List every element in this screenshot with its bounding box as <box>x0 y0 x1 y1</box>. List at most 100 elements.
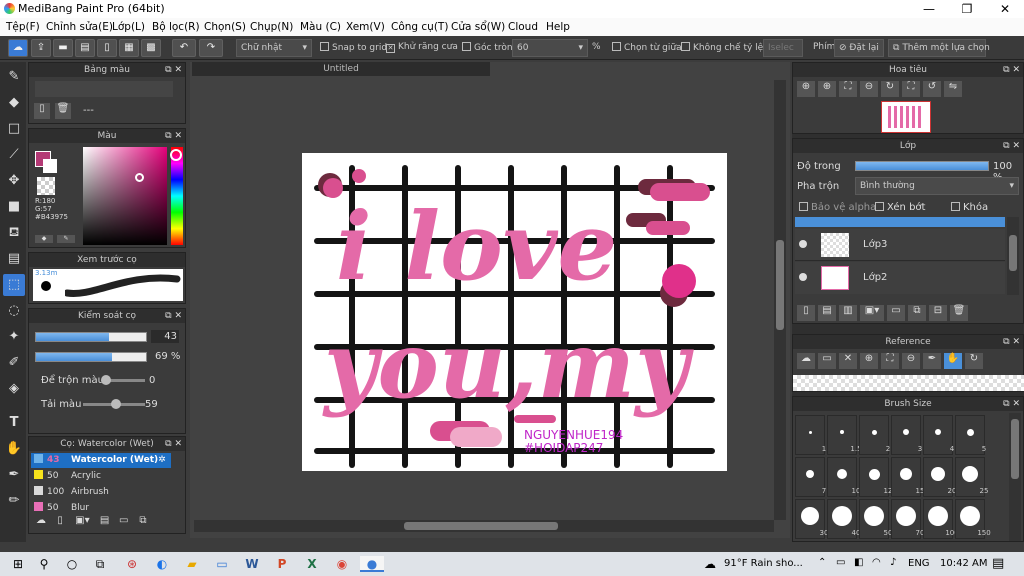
windows-start-icon[interactable]: ⊞ <box>10 556 26 572</box>
new-brush-icon[interactable]: ▯ <box>52 515 68 526</box>
delete-layer-icon[interactable]: 🗑 <box>950 305 968 321</box>
merge-layer-icon[interactable]: ⊟ <box>929 305 947 321</box>
horizontal-scroll-thumb[interactable] <box>404 522 558 530</box>
brush-size-option[interactable]: 7 <box>795 457 826 497</box>
brush-size-option[interactable]: 10 <box>827 457 860 497</box>
rotate-right-icon[interactable]: ↺ <box>923 81 941 97</box>
menu-view[interactable]: Xem(V) <box>346 21 385 33</box>
close-button[interactable]: ✕ <box>986 0 1024 18</box>
close-ref-icon[interactable]: ✕ <box>839 353 857 369</box>
file-explorer-icon[interactable]: ▰ <box>184 556 200 572</box>
grid-icon[interactable]: ▩ <box>141 39 161 57</box>
select-eraser-tool-icon[interactable]: ◈ <box>3 378 25 400</box>
medibang-taskbar-icon[interactable]: ● <box>360 556 384 572</box>
zoom-in-icon[interactable]: ⊕ <box>797 81 815 97</box>
trash-icon[interactable]: 🗑 <box>55 103 71 119</box>
fit-icon[interactable]: ⛶ <box>839 81 857 97</box>
blend-slider[interactable] <box>101 375 145 385</box>
layer-row[interactable]: Lớp2 <box>795 262 1005 294</box>
search-icon[interactable]: ⚲ <box>36 556 52 572</box>
brush-size-value[interactable]: 43 <box>151 330 179 343</box>
zoom-out-icon[interactable]: ⊖ <box>902 353 920 369</box>
monitor-icon[interactable]: ▭ <box>214 556 230 572</box>
panel-close-icon[interactable]: ⧉ ✕ <box>1003 63 1020 77</box>
menu-tools[interactable]: Công cụ(T) <box>391 21 448 33</box>
brush-size-option[interactable]: 4 <box>923 415 954 455</box>
brush-size-option[interactable]: 70 <box>891 499 924 539</box>
artboard[interactable]: i love you,my NGUYENHUE194 #HOIDAP247 <box>302 153 727 471</box>
secondary-color-swatch[interactable] <box>43 159 57 173</box>
brush-size-scroll-thumb[interactable] <box>1011 419 1019 479</box>
layers-scroll-thumb[interactable] <box>1009 235 1017 271</box>
vertical-scrollbar[interactable] <box>774 80 786 520</box>
gradient-tool-icon[interactable]: ▤ <box>3 248 25 270</box>
duplicate-layer-icon[interactable]: ⧉ <box>908 305 926 321</box>
hue-slider[interactable] <box>170 147 183 245</box>
color-picker-handle[interactable] <box>135 173 144 182</box>
snap-checkbox[interactable]: Snap to grid <box>320 42 387 53</box>
page-icon[interactable]: ▯ <box>97 39 117 57</box>
lock-checkbox[interactable]: Khóa <box>951 202 988 213</box>
wifi-icon[interactable]: ◠ <box>872 557 881 568</box>
weather-text[interactable]: 91°F Rain sho... <box>724 558 803 569</box>
menu-color[interactable]: Màu (C) <box>300 21 341 33</box>
menu-help[interactable]: Help <box>546 21 570 33</box>
move-tool-icon[interactable]: ✥ <box>3 170 25 192</box>
chrome-icon[interactable]: ◉ <box>334 556 350 572</box>
brush-size-option[interactable]: 12 <box>859 457 892 497</box>
minimize-button[interactable]: — <box>910 0 948 18</box>
layer-row-selected[interactable] <box>795 217 1005 227</box>
reset-button[interactable]: ⊘ Đặt lại <box>834 39 884 57</box>
eyedropper-tool-icon[interactable]: ✒ <box>3 464 25 486</box>
brush-tool-icon[interactable]: ✎ <box>3 66 25 88</box>
maximize-button[interactable]: ❐ <box>948 0 986 18</box>
brush-size-option[interactable]: 1 <box>795 415 826 455</box>
comment-icon[interactable]: ▤ <box>75 39 95 57</box>
select-center-checkbox[interactable]: Chọn từ giữa <box>612 42 682 53</box>
panel-close-icon[interactable]: ⧉ ✕ <box>165 309 182 323</box>
new-layer-1bit-icon[interactable]: ▥ <box>839 305 857 321</box>
cloud-icon[interactable]: ☁ <box>8 39 28 57</box>
eyedrop-color-icon[interactable]: ✎ <box>57 235 75 243</box>
speech-icon[interactable]: ▬ <box>53 39 73 57</box>
new-layer-icon[interactable]: ▯ <box>797 305 815 321</box>
reload-slider[interactable] <box>83 399 145 409</box>
brush-size-option[interactable]: 100 <box>923 499 959 539</box>
volume-icon[interactable]: ♪ <box>890 557 896 568</box>
vertical-scroll-thumb[interactable] <box>776 240 784 330</box>
menu-layer[interactable]: Lớp(L) <box>112 21 145 33</box>
clock[interactable]: 10:42 AM <box>940 558 987 569</box>
cortana-icon[interactable]: ○ <box>64 556 80 572</box>
color-saturation-picker[interactable] <box>83 147 167 245</box>
round-corner-checkbox[interactable]: Góc tròn <box>462 42 513 53</box>
menu-select[interactable]: Chọn(S) <box>204 21 246 33</box>
notification-icon[interactable]: ▤ <box>992 556 1004 571</box>
brush-list-item[interactable]: 50 Acrylic <box>31 469 171 484</box>
antialias-checkbox[interactable]: ✕ Khử răng cưa <box>386 42 458 53</box>
fill-rect-tool-icon[interactable]: ■ <box>3 196 25 218</box>
layer-row[interactable]: Lớp3 <box>795 229 1005 261</box>
pen-tool-icon[interactable]: ✏ <box>3 490 25 512</box>
brush-folder-icon[interactable]: ▭ <box>116 515 132 526</box>
excel-icon[interactable]: X <box>304 556 320 572</box>
cloud-icon[interactable]: ☁ <box>797 353 815 369</box>
menu-snap[interactable]: Chụp(N) <box>250 21 293 33</box>
redo-icon[interactable]: ↷ <box>199 39 223 57</box>
brush-list-item[interactable]: 50 Blur <box>31 501 171 513</box>
network-icon[interactable]: ▭ <box>836 557 845 568</box>
add-layer-menu-icon[interactable]: ▣▾ <box>860 305 884 321</box>
brush-size-option[interactable]: 1.5 <box>827 415 862 455</box>
brush-copy-icon[interactable]: ⧉ <box>135 515 151 526</box>
zoom-out-icon[interactable]: ⊖ <box>860 81 878 97</box>
fullscreen-icon[interactable]: ⛶ <box>902 81 920 97</box>
tray-chevron-icon[interactable]: ⌃ <box>818 557 826 568</box>
camera-icon[interactable]: ◧ <box>854 557 863 568</box>
app-icon[interactable]: ⊛ <box>124 556 140 572</box>
rotate-icon[interactable]: ↻ <box>881 81 899 97</box>
document-tab[interactable]: Untitled <box>192 62 490 76</box>
panel-close-icon[interactable]: ⧉ ✕ <box>1003 335 1020 349</box>
edge-icon[interactable]: ◐ <box>154 556 170 572</box>
brush-size-option[interactable]: 30 <box>795 499 828 539</box>
brush-size-option[interactable]: 50 <box>859 499 892 539</box>
no-ratio-checkbox[interactable]: Không chế tỷ lệ <box>681 42 763 53</box>
